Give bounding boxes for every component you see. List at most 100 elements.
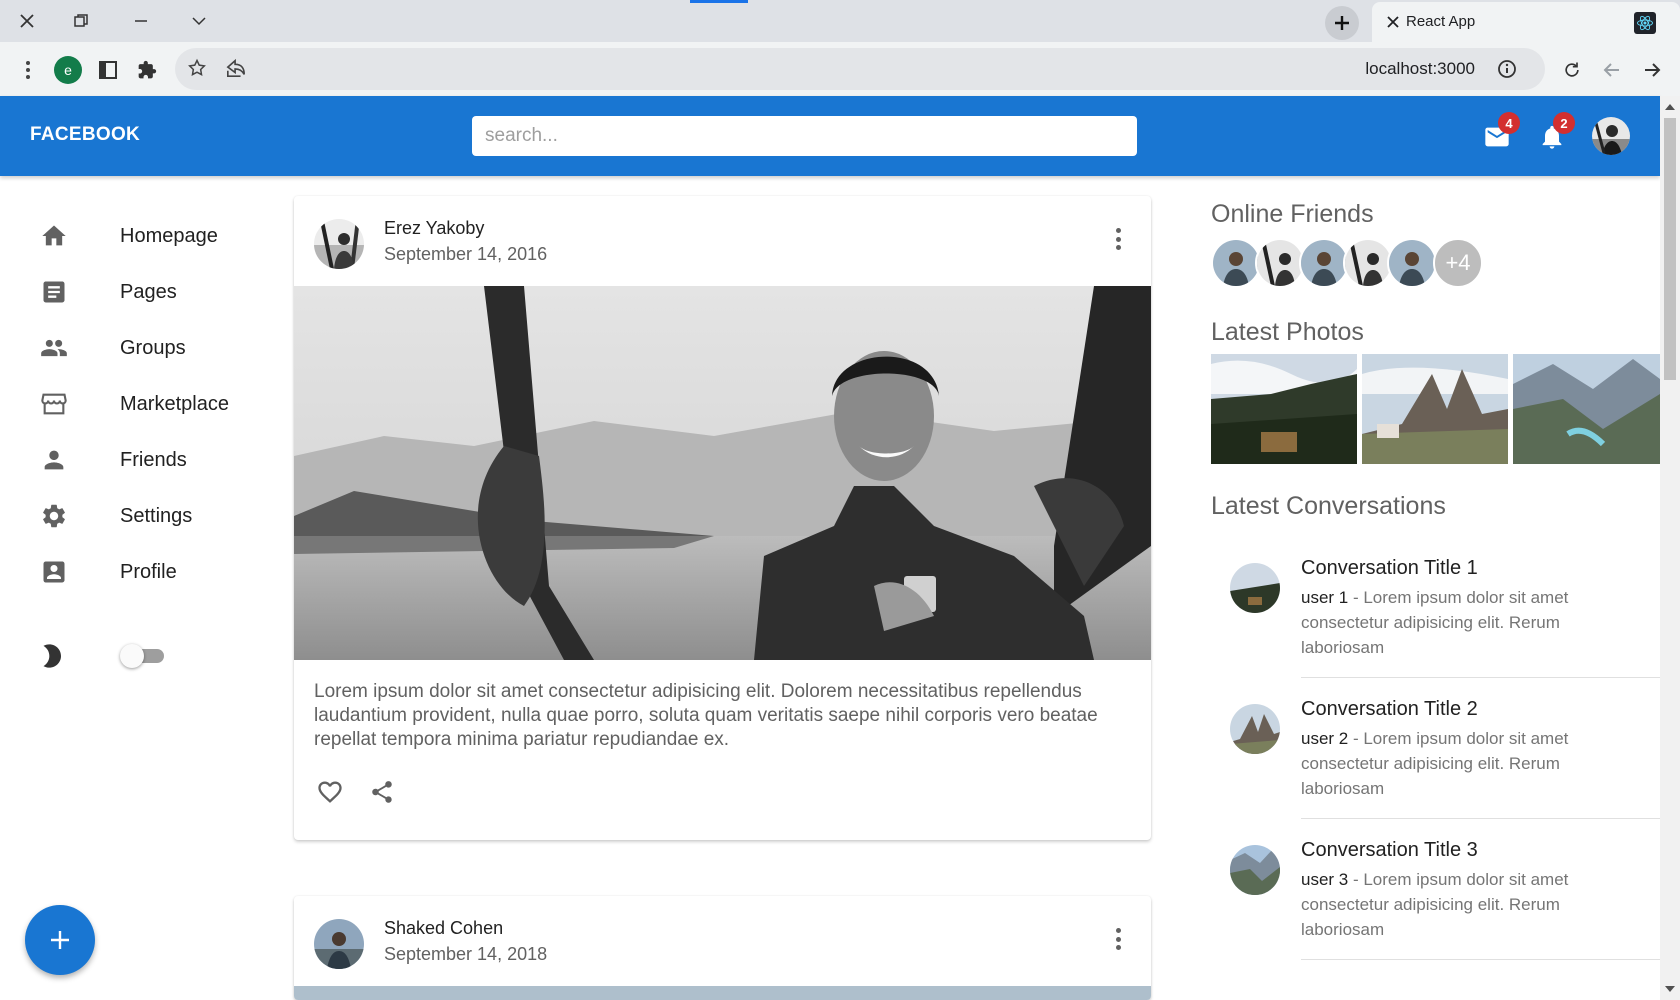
conversation-divider — [1301, 818, 1660, 819]
browser-menu-icon[interactable] — [14, 56, 42, 84]
post-date: September 14, 2018 — [384, 944, 548, 964]
user-avatar[interactable] — [1592, 117, 1630, 155]
tab-indicator — [690, 0, 748, 3]
window-restore-icon[interactable] — [68, 8, 94, 34]
window-minimize-icon[interactable] — [128, 8, 154, 34]
sidebar-item-label: Pages — [120, 280, 177, 303]
sidebar-item-label: Settings — [120, 504, 193, 527]
latest-photo[interactable] — [1211, 354, 1357, 464]
person-icon — [30, 445, 90, 475]
browser-tab-active[interactable]: React App — [1372, 2, 1680, 42]
online-friend-avatar[interactable] — [1387, 238, 1437, 288]
sidebar-item-profile[interactable]: Profile — [30, 544, 270, 600]
share-page-icon[interactable] — [225, 58, 247, 83]
article-icon — [30, 277, 90, 307]
home-icon — [30, 221, 90, 251]
site-info-icon[interactable] — [1497, 59, 1517, 79]
bookmark-star-icon[interactable] — [187, 58, 207, 83]
browser-profile-avatar[interactable]: e — [54, 56, 82, 84]
online-friend-avatar[interactable] — [1299, 238, 1349, 288]
post-author-avatar[interactable] — [314, 219, 364, 269]
post-image — [294, 986, 1151, 1000]
sidebar-item-settings[interactable]: Settings — [30, 488, 270, 544]
tab-search-chevron-icon[interactable] — [186, 8, 212, 34]
post-header: Shaked Cohen September 14, 2018 — [294, 896, 1151, 986]
sidebar-item-homepage[interactable]: Homepage — [30, 208, 270, 264]
conversation-user: user 1 — [1301, 588, 1349, 607]
conversation-divider — [1301, 959, 1660, 960]
dark-mode-moon-icon — [30, 642, 90, 670]
page-scrollbar[interactable] — [1660, 96, 1680, 1000]
app-logo[interactable]: FACEBOOK — [30, 124, 140, 146]
sidebar-item-friends[interactable]: Friends — [30, 432, 270, 488]
scroll-down-arrow-icon[interactable] — [1665, 986, 1675, 992]
post-author-avatar[interactable] — [314, 919, 364, 969]
conversation-avatar — [1230, 845, 1280, 895]
mail-button[interactable]: 4 — [1482, 112, 1520, 152]
people-icon — [30, 333, 90, 363]
search-input[interactable] — [472, 116, 1137, 156]
conversation-preview: user 1 - Lorem ipsum dolor sit amet cons… — [1301, 585, 1601, 660]
sidebar-item-label: Profile — [120, 560, 177, 583]
theme-toggle-row — [30, 628, 270, 684]
sidebar-item-pages[interactable]: Pages — [30, 264, 270, 320]
post-author-name[interactable]: Erez Yakoby — [384, 218, 484, 239]
latest-photo[interactable] — [1513, 354, 1660, 464]
post-author-name[interactable]: Shaked Cohen — [384, 918, 503, 939]
mail-badge: 4 — [1498, 112, 1520, 134]
latest-conversations-title: Latest Conversations — [1211, 492, 1446, 520]
sidebar-item-label: Friends — [120, 448, 187, 471]
online-friend-avatar[interactable] — [1343, 238, 1393, 288]
online-friend-avatar[interactable] — [1255, 238, 1305, 288]
browser-toolbar: e localhost:3000 — [0, 42, 1680, 97]
online-friends-more[interactable]: +4 — [1433, 238, 1483, 288]
extensions-icon[interactable] — [133, 56, 161, 84]
share-icon[interactable] — [366, 776, 398, 808]
forward-arrow-icon[interactable] — [1638, 56, 1666, 84]
sidebar-item-marketplace[interactable]: Marketplace — [30, 376, 270, 432]
post-header: Erez Yakoby September 14, 2016 — [294, 196, 1151, 286]
post-actions — [294, 752, 1151, 840]
switch-thumb — [120, 644, 144, 668]
plus-icon — [1335, 16, 1349, 30]
settings-icon — [30, 501, 90, 531]
new-tab-button[interactable] — [1325, 6, 1359, 40]
conversation-preview: user 2 - Lorem ipsum dolor sit amet cons… — [1301, 726, 1601, 801]
post-image — [294, 286, 1151, 660]
address-bar[interactable]: localhost:3000 — [175, 48, 1545, 90]
dark-mode-switch[interactable] — [120, 644, 168, 668]
post-more-options-icon[interactable] — [1111, 924, 1125, 954]
latest-photos-title: Latest Photos — [1211, 318, 1364, 346]
conversation-preview: user 3 - Lorem ipsum dolor sit amet cons… — [1301, 867, 1601, 942]
browser-tab-strip: React App — [0, 0, 1680, 42]
latest-photo[interactable] — [1362, 354, 1508, 464]
back-arrow-icon[interactable] — [1598, 56, 1626, 84]
side-panel-icon[interactable] — [94, 56, 122, 84]
sidebar-item-label: Groups — [120, 336, 186, 359]
like-heart-icon[interactable] — [314, 776, 346, 808]
url-text: localhost:3000 — [1365, 59, 1475, 78]
sidebar-item-label: Marketplace — [120, 392, 229, 415]
conversation-title: Conversation Title 2 — [1301, 698, 1478, 720]
notifications-button[interactable]: 2 — [1537, 112, 1575, 152]
sidebar-item-groups[interactable]: Groups — [30, 320, 270, 376]
account-box-icon — [30, 557, 90, 587]
app-bar: FACEBOOK 4 2 — [0, 96, 1660, 176]
post-text: Lorem ipsum dolor sit amet consectetur a… — [314, 681, 1098, 750]
online-friend-avatar[interactable] — [1211, 238, 1261, 288]
online-friends-title: Online Friends — [1211, 200, 1374, 228]
tab-close-icon[interactable] — [1384, 13, 1402, 31]
conversation-title: Conversation Title 1 — [1301, 557, 1478, 579]
storefront-icon — [30, 389, 90, 419]
post-card: Shaked Cohen September 14, 2018 — [294, 896, 1151, 1000]
add-post-button[interactable] — [25, 905, 95, 975]
post-date: September 14, 2016 — [384, 244, 548, 264]
post-more-options-icon[interactable] — [1111, 224, 1125, 254]
conversation-avatar — [1230, 563, 1280, 613]
post-card: Erez Yakoby September 14, 2016 Lorem ips… — [294, 196, 1151, 840]
window-close-icon[interactable] — [14, 8, 40, 34]
scroll-up-arrow-icon[interactable] — [1665, 104, 1675, 110]
scroll-thumb[interactable] — [1664, 118, 1676, 380]
reload-icon[interactable] — [1558, 56, 1586, 84]
conversation-title: Conversation Title 3 — [1301, 839, 1478, 861]
